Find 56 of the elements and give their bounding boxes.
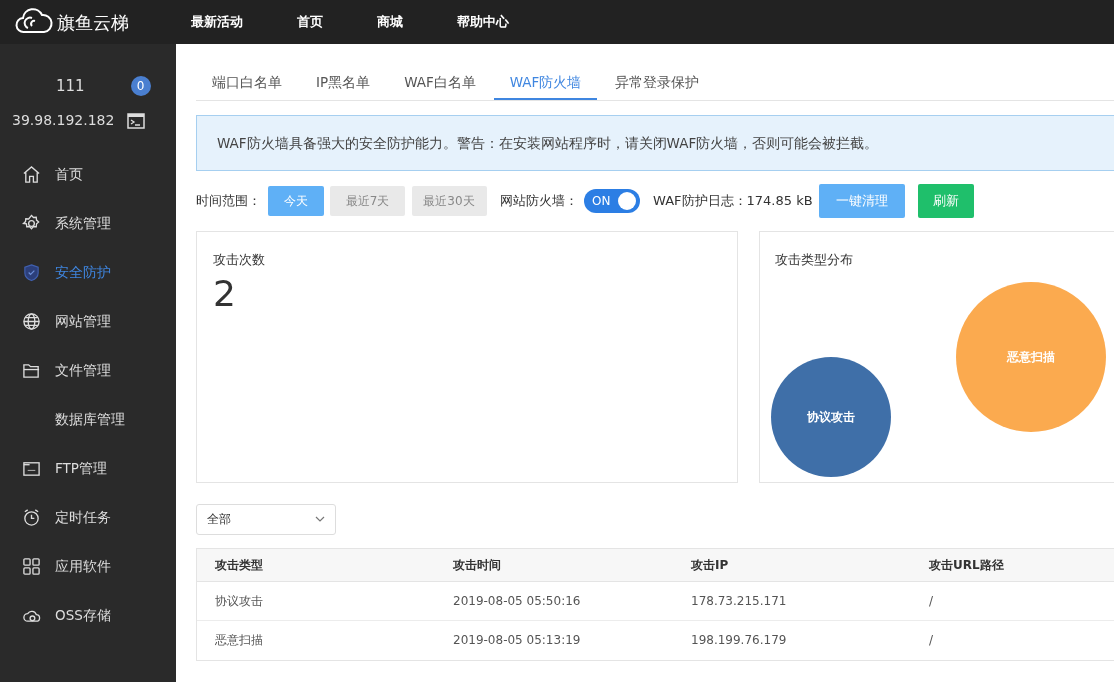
tab[interactable]: IP黑名单 [300,64,387,100]
ftp-folder-icon [22,459,41,478]
home-icon [22,165,41,184]
chart-bubble: 恶意扫描 [956,281,1107,432]
log-size-text: WAF防护日志：174.85 kB [653,192,813,211]
sidebar-item[interactable]: 定时任务 [0,493,176,542]
brand-name: 旗鱼云梯 [57,10,130,35]
card-title: 攻击次数 [213,250,266,269]
sidebar-item[interactable]: 系统管理 [0,199,176,248]
column-header: 攻击时间 [452,556,502,574]
column-header: 攻击类型 [214,556,264,574]
table-cell-text: / [928,592,935,610]
range-label: 时间范围： [196,192,261,211]
notification-count: 0 [130,76,151,96]
sidebar-item[interactable]: FTP管理 [0,444,176,493]
table-cell-text: 2019-08-05 05:13:19 [452,632,582,650]
attack-count: 2 [213,275,237,312]
table-cell-text: 协议攻击 [214,592,264,610]
table-cell-text: 2019-08-05 05:50:16 [452,592,582,610]
sidebar-item[interactable]: OSS存储 [0,591,176,640]
terminal-icon[interactable] [127,112,146,129]
user-name: 111 [56,75,85,97]
sidebar-item[interactable]: 数据库管理 [0,395,176,444]
table-cell-text: 恶意扫描 [214,632,264,650]
settings-icon [22,214,41,233]
table-cell-text: 178.73.215.171 [690,592,788,610]
clock-icon [22,508,41,527]
tab[interactable]: 异常登录保护 [599,64,716,100]
grid-icon [22,557,41,576]
chart-bubble: 协议攻击 [771,356,892,477]
card-title: 攻击类型分布 [775,250,855,269]
firewall-toggle[interactable]: ON [584,189,640,213]
table-cell-text: 198.199.76.179 [690,632,788,650]
top-nav-link[interactable]: 商城 [377,12,403,32]
tab[interactable]: WAF防火墙 [493,64,598,100]
type-filter-select[interactable]: 全部 [196,503,336,535]
server-ip: 39.98.192.182 [12,111,115,130]
shield-icon [22,263,41,282]
globe-icon [22,312,41,331]
chevron-down-icon [315,516,325,523]
top-nav-link[interactable]: 最新活动 [191,12,243,32]
table-cell-text: / [928,632,935,650]
column-header: 攻击IP [690,556,730,574]
sidebar-item[interactable]: 首页 [0,150,176,199]
sidebar-item[interactable]: 网站管理 [0,297,176,346]
top-nav-link[interactable]: 首页 [297,12,323,32]
sidebar-item[interactable]: 文件管理 [0,346,176,395]
folder-icon [22,361,41,380]
column-header: 攻击URL路径 [928,556,1005,574]
warning-alert: WAF防火墙具备强大的安全防护能力。警告：在安装网站程序时，请关闭WAF防火墙，否则可能会被拦截。 [196,115,1114,172]
sidebar-item[interactable]: 应用软件 [0,542,176,591]
sidebar-item[interactable]: 安全防护 [0,248,176,297]
tab[interactable]: 端口白名单 [196,64,298,100]
tab[interactable]: WAF白名单 [388,64,492,100]
firewall-label: 网站防火墙： [499,192,578,211]
top-nav-link[interactable]: 帮助中心 [457,12,509,32]
